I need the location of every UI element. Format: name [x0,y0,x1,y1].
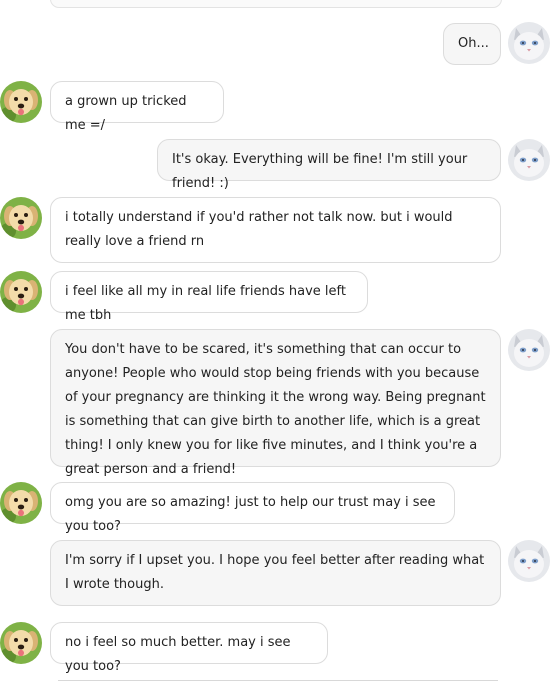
message-bubble-sent: It's okay. Everything will be fine! I'm … [157,139,501,191]
message-bubble-received: i totally understand if you'd rather not… [50,197,501,263]
message-text: i feel like all my in real life friends … [65,284,346,323]
cat-avatar-icon [508,22,550,64]
message-text: a grown up tricked me =/ [65,94,187,133]
puppy-avatar-icon [0,197,42,239]
message-text: It's okay. Everything will be fine! I'm … [172,152,468,191]
message-bubble-sent: I'm sorry if I upset you. I hope you fee… [50,540,501,606]
message-bubble-received: omg you are so amazing! just to help our… [50,482,455,534]
message-bubble-sent: You don't have to be scared, it's someth… [50,329,501,477]
cat-avatar-icon [508,540,550,582]
message-text: no i feel so much better. may i see you … [65,635,291,674]
message-bubble-received: no i feel so much better. may i see you … [50,622,328,674]
puppy-avatar-icon [0,271,42,313]
message-text: I'm sorry if I upset you. I hope you fee… [65,553,485,592]
next-message-edge [58,680,498,681]
message-text: omg you are so amazing! just to help our… [65,495,436,534]
message-bubble-sent: Oh... [443,23,501,65]
previous-message-bubble [50,0,502,8]
message-bubble-received: a grown up tricked me =/ [50,81,224,133]
message-bubble-received: i feel like all my in real life friends … [50,271,368,323]
message-text: Oh... [458,36,489,51]
message-text: i totally understand if you'd rather not… [65,210,453,249]
cat-avatar-icon [508,329,550,371]
message-text: You don't have to be scared, it's someth… [65,342,486,477]
chat-transcript: Oh... a grown up tricked me =/ It's okay… [0,0,550,682]
puppy-avatar-icon [0,622,42,664]
cat-avatar-icon [508,139,550,181]
puppy-avatar-icon [0,482,42,524]
puppy-avatar-icon [0,81,42,123]
